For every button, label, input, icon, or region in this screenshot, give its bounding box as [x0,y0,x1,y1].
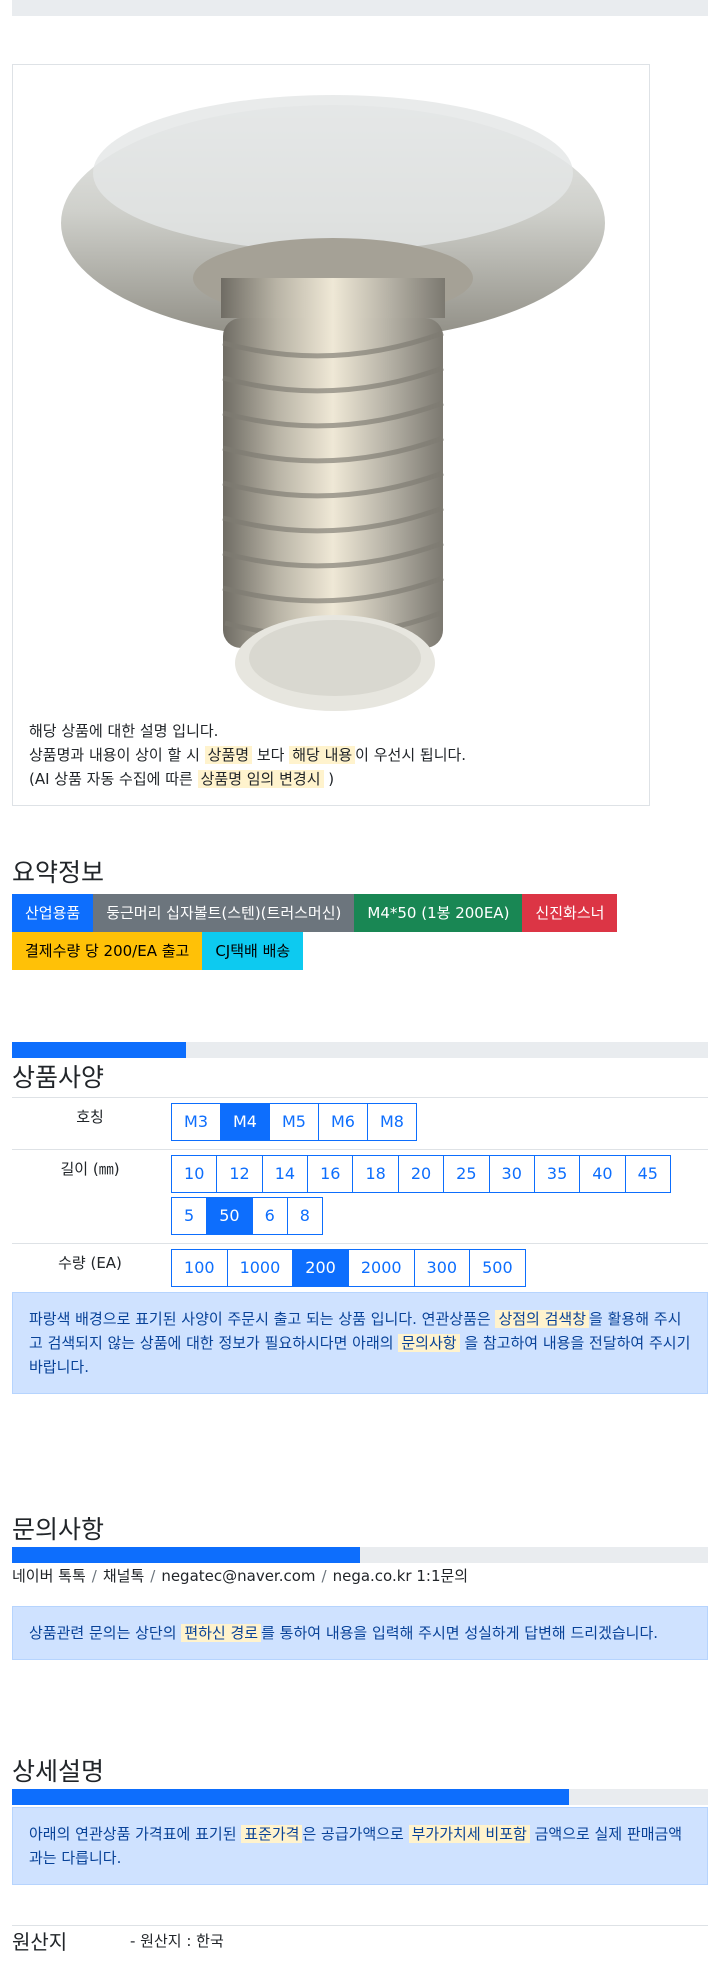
alert-text: 아래의 연관상품 가격표에 표기된 [29,1825,242,1843]
alert-highlight: 문의사항 [398,1334,460,1352]
contact-naver-talk[interactable]: 네이버 톡톡 [12,1567,86,1585]
option-M5[interactable]: M5 [268,1103,319,1141]
spec-options: 100 1000 200 2000 300 500 [168,1243,708,1295]
spec-row-length: 길이 (㎜) 10 12 14 16 18 20 25 30 35 40 45 5 50 6 8 [12,1149,708,1244]
option-1000[interactable]: 1000 [226,1249,294,1287]
notice-line-3: (AI 상품 자동 수집에 따른 상품명 임의 변경시 ) [29,767,466,791]
alert-text: 를 통하여 내용을 입력해 주시면 성실하게 답변해 드리겠습니다. [261,1624,659,1642]
contact-website-inquiry[interactable]: nega.co.kr 1:1문의 [333,1567,469,1585]
spec-label: 길이 (㎜) [12,1149,169,1244]
option-30[interactable]: 30 [488,1155,535,1193]
alert-highlight: 표준가격 [241,1825,303,1843]
detail-title: 상세설명 [12,1757,105,1786]
alert-highlight: 편하신 경로 [181,1624,262,1642]
alert-highlight: 상점의 검색창 [495,1310,590,1328]
inquiry-alert: 상품관련 문의는 상단의 편하신 경로 를 통하여 내용을 입력해 주시면 성실하… [12,1606,708,1660]
notice-highlight: 상품명 [204,746,253,764]
summary-badges: 산업용품 둥근머리 십자볼트(스텐)(트러스머신) M4*50 (1봉 200E… [12,894,672,970]
detail-progress-bar [12,1789,708,1805]
separator: / [150,1567,156,1585]
separator: / [91,1567,97,1585]
option-M3[interactable]: M3 [171,1103,221,1141]
top-progress-bar [12,0,708,16]
contact-channel-talk[interactable]: 채널톡 [103,1567,144,1585]
option-20[interactable]: 20 [397,1155,445,1193]
alert-text: 은 공급가액으로 [302,1825,409,1843]
option-M6[interactable]: M6 [317,1103,368,1141]
spec-progress-fill [12,1042,186,1058]
spec-row-quantity: 수량 (EA) 100 1000 200 2000 300 500 [12,1243,708,1295]
notice-line-2: 상품명과 내용이 상이 할 시 상품명 보다 해당 내용 이 우선시 됩니다. [29,743,466,767]
option-10[interactable]: 10 [171,1155,218,1193]
contact-links: 네이버 톡톡 / 채널톡 / negatec@naver.com / nega.co.kr … [12,1565,468,1586]
notice-highlight: 상품명 임의 변경시 [197,770,324,788]
option-8[interactable]: 8 [286,1197,323,1235]
badge-product-name: 둥근머리 십자볼트(스텐)(트러스머신) [93,894,355,932]
option-45[interactable]: 45 [624,1155,671,1193]
option-35[interactable]: 35 [533,1155,581,1193]
badge-quantity: 결제수량 당 200/EA 출고 [12,932,203,970]
option-2000[interactable]: 2000 [347,1249,415,1287]
option-100[interactable]: 100 [171,1249,228,1287]
option-14[interactable]: 14 [261,1155,309,1193]
notice-text: (AI 상품 자동 수집에 따른 [29,770,198,788]
badge-spec: M4*50 (1봉 200EA) [354,894,523,932]
option-16[interactable]: 16 [307,1155,354,1193]
spec-options: 10 12 14 16 18 20 25 30 35 40 45 5 50 6 8 [168,1149,708,1244]
inquiry-progress-bar [12,1547,708,1563]
origin-divider [12,1925,708,1926]
option-40[interactable]: 40 [579,1155,626,1193]
option-300[interactable]: 300 [413,1249,471,1287]
product-card: 해당 상품에 대한 설명 입니다. 상품명과 내용이 상이 할 시 상품명 보다… [12,64,650,806]
badge-category: 산업용품 [12,894,94,932]
notice-text: 보다 [252,746,290,764]
option-6[interactable]: 6 [251,1197,288,1235]
origin-value: - 원산지 : 한국 [130,1932,224,1950]
option-500[interactable]: 500 [469,1249,526,1287]
spec-label: 수량 (EA) [12,1243,169,1295]
option-M8[interactable]: M8 [366,1103,417,1141]
spec-title: 상품사양 [12,1063,105,1092]
notice-highlight: 해당 내용 [289,746,356,764]
inquiry-progress-fill [12,1547,360,1563]
alert-highlight: 부가가치세 비포함 [408,1825,530,1843]
option-12[interactable]: 12 [216,1155,263,1193]
option-18[interactable]: 18 [352,1155,399,1193]
spec-options: M3 M4 M5 M6 M8 [168,1097,708,1150]
inquiry-title: 문의사항 [12,1515,105,1544]
summary-title: 요약정보 [12,858,105,887]
spec-label: 호칭 [12,1097,169,1150]
detail-progress-fill [12,1789,569,1805]
contact-email[interactable]: negatec@naver.com [161,1567,315,1585]
option-200[interactable]: 200 [292,1249,349,1287]
spec-row-size: 호칭 M3 M4 M5 M6 M8 [12,1097,708,1150]
spec-alert: 파랑색 배경으로 표기된 사양이 주문시 출고 되는 상품 입니다. 연관상품은… [12,1292,708,1394]
spec-table: 호칭 M3 M4 M5 M6 M8 길이 (㎜) 10 12 14 16 18 20 25 30 35 4… [12,1097,708,1295]
badge-maker: 신진화스너 [522,894,618,932]
notice-text: 이 우선시 됩니다. [355,746,467,764]
alert-text: 상품관련 문의는 상단의 [29,1624,182,1642]
product-notice: 해당 상품에 대한 설명 입니다. 상품명과 내용이 상이 할 시 상품명 보다… [29,719,466,791]
origin-label: 원산지 [12,1930,68,1954]
spec-progress-bar [12,1042,708,1058]
detail-alert: 아래의 연관상품 가격표에 표기된 표준가격 은 공급가액으로 부가가치세 비포함… [12,1807,708,1885]
separator: / [321,1567,327,1585]
bolt-image [61,95,605,711]
option-5[interactable]: 5 [171,1197,208,1235]
badge-shipping: CJ택배 배송 [202,932,304,970]
alert-text: 파랑색 배경으로 표기된 사양이 주문시 출고 되는 상품 입니다. 연관상품은 [29,1310,496,1328]
option-50[interactable]: 50 [206,1197,253,1235]
notice-line-1: 해당 상품에 대한 설명 입니다. [29,722,219,740]
notice-text: ) [323,770,335,788]
option-25[interactable]: 25 [443,1155,490,1193]
option-M4[interactable]: M4 [220,1103,270,1141]
notice-text: 상품명과 내용이 상이 할 시 [29,746,205,764]
